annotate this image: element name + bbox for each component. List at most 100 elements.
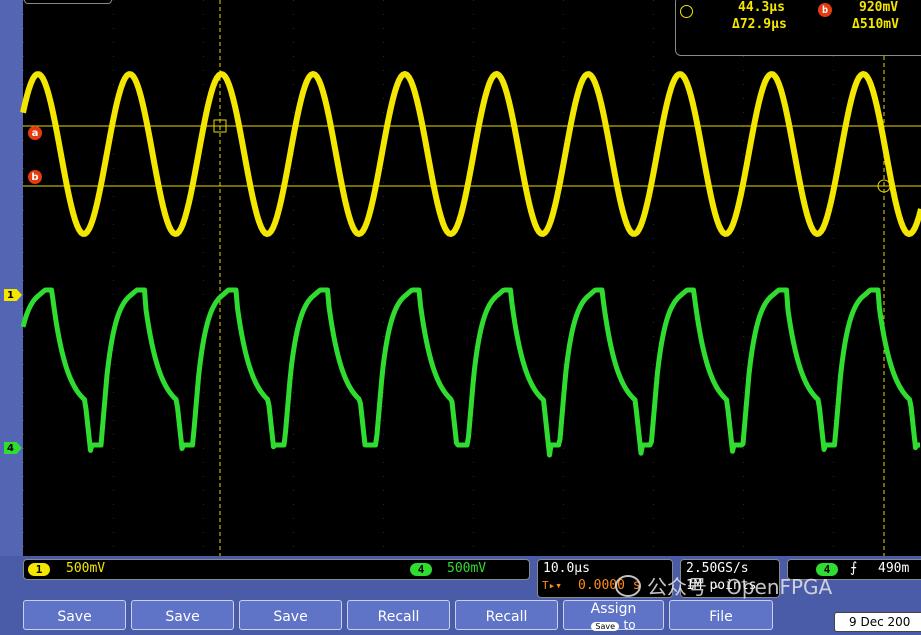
graticule-dot: [833, 364, 834, 365]
graticule-dot: [203, 532, 204, 533]
file-utilities-button[interactable]: File: [669, 600, 773, 630]
save-setup-button[interactable]: Save: [239, 600, 342, 630]
graticule-dot: [113, 224, 114, 225]
graticule-dot: [23, 280, 24, 281]
graticule-dot: [293, 518, 294, 519]
graticule-dot: [293, 434, 294, 435]
graticule-dot: [833, 266, 834, 267]
graticule-dot: [23, 420, 24, 421]
graticule-dot: [113, 420, 114, 421]
graticule-dot: [113, 98, 114, 99]
graticule-dot: [473, 70, 474, 71]
graticule-dot: [203, 462, 204, 463]
date-text: 9 Dec 200: [849, 615, 911, 629]
graticule-dot: [653, 294, 654, 295]
save-screen-button[interactable]: Save: [23, 600, 126, 630]
graticule-dot: [203, 70, 204, 71]
cursor-b-level: 920mV: [859, 0, 899, 15]
graticule-dot: [743, 308, 744, 309]
graticule-dot: [563, 182, 564, 183]
graticule-dot: [743, 462, 744, 463]
graticule-dot: [23, 196, 24, 197]
graticule-dot: [203, 238, 204, 239]
graticule-dot: [383, 280, 384, 281]
graticule-dot: [653, 252, 654, 253]
graticule-dot: [293, 532, 294, 533]
graticule-dot: [383, 546, 384, 547]
graticule-dot: [743, 140, 744, 141]
graticule-dot: [563, 14, 564, 15]
graticule-dot: [743, 518, 744, 519]
graticule-dot: [113, 546, 114, 547]
graticule-dot: [23, 546, 24, 547]
graticule-dot: [833, 490, 834, 491]
graticule-dot: [113, 154, 114, 155]
graticule-dot: [833, 378, 834, 379]
assign-save-button[interactable]: Assign Save to: [563, 600, 664, 632]
graticule-dot: [293, 392, 294, 393]
softkey-label: Recall: [485, 609, 528, 625]
graticule-dot: [473, 308, 474, 309]
graticule-dot: [293, 294, 294, 295]
graticule-dot: [113, 476, 114, 477]
graticule-dot: [23, 224, 24, 225]
graticule-dot: [743, 210, 744, 211]
graticule-dot: [833, 322, 834, 323]
graticule-dot: [563, 322, 564, 323]
graticule-dot: [23, 308, 24, 309]
graticule-dot: [833, 504, 834, 505]
graticule-dot: [743, 98, 744, 99]
graticule-dot: [563, 0, 564, 1]
recall-setup-button[interactable]: Recall: [455, 600, 558, 630]
graticule-dot: [473, 14, 474, 15]
graticule-dot: [383, 434, 384, 435]
graticule-dot: [203, 182, 204, 183]
graticule-dot: [293, 42, 294, 43]
cursor-b-marker: b: [28, 170, 42, 184]
graticule-dot: [563, 490, 564, 491]
graticule-dot: [563, 294, 564, 295]
graticule-dot: [563, 196, 564, 197]
graticule-dot: [23, 168, 24, 169]
graticule-dot: [383, 406, 384, 407]
graticule-dot: [743, 84, 744, 85]
cursor-b-label: b: [31, 171, 39, 183]
graticule-dot: [563, 504, 564, 505]
cursor-readout-panel: 44.3µs Δ72.9µs b 920mV Δ510mV: [675, 0, 921, 56]
graticule-dot: [653, 364, 654, 365]
vertical-scale-bar[interactable]: 1 500mV 4 500mV: [23, 559, 530, 580]
graticule-dot: [743, 336, 744, 337]
graticule-dot: [563, 210, 564, 211]
graticule-dot: [23, 476, 24, 477]
graticule-dot: [113, 210, 114, 211]
graticule-dot: [563, 336, 564, 337]
graticule-dot: [113, 266, 114, 267]
graticule-dot: [563, 546, 564, 547]
graticule-dot: [23, 182, 24, 183]
graticule-dot: [293, 476, 294, 477]
softkey-label: Save: [273, 609, 308, 625]
graticule-dot: [203, 364, 204, 365]
graticule-dot: [473, 546, 474, 547]
graticule-dot: [833, 294, 834, 295]
save-tag: Save: [591, 622, 620, 631]
recall-waveform-button[interactable]: Recall: [347, 600, 450, 630]
graticule-dot: [113, 280, 114, 281]
graticule-dot: [203, 196, 204, 197]
graticule-dot: [23, 504, 24, 505]
softkey-label: File: [709, 609, 733, 625]
graticule-dot: [473, 448, 474, 449]
graticule-dot: [743, 70, 744, 71]
graticule-dot: [203, 420, 204, 421]
graticule-dot: [23, 392, 24, 393]
graticule-dot: [203, 42, 204, 43]
graticule-dot: [833, 476, 834, 477]
graticule-dot: [383, 462, 384, 463]
graticule-dot: [23, 14, 24, 15]
save-waveform-button[interactable]: Save: [131, 600, 234, 630]
graticule-dot: [473, 210, 474, 211]
graticule-dot: [23, 364, 24, 365]
graticule-dot: [383, 14, 384, 15]
graticule-dot: [833, 70, 834, 71]
watermark: 公众号 · OpenFPGA: [615, 571, 832, 600]
